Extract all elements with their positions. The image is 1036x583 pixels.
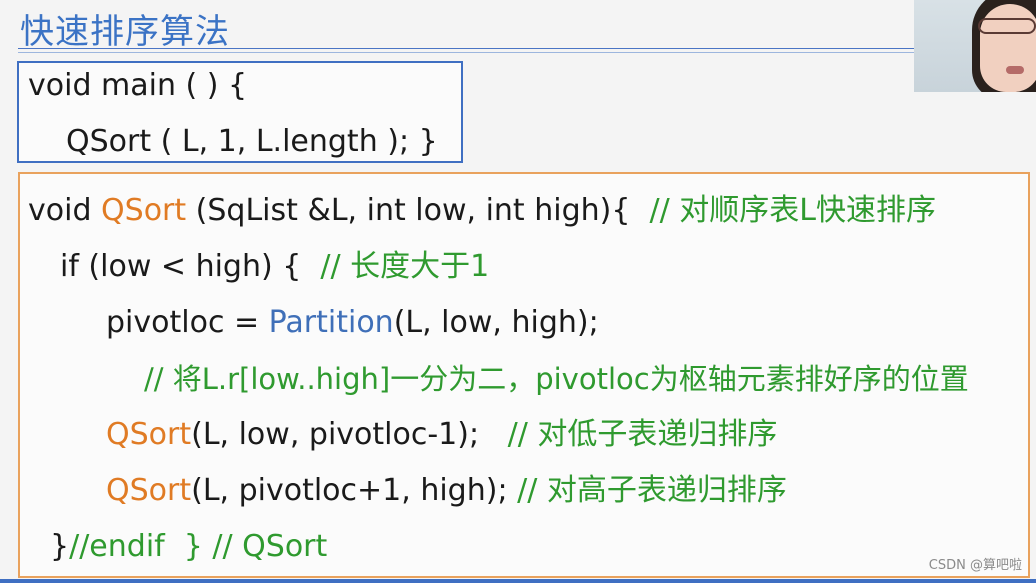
- qsort-line-5: QSort(L, low, pivotloc-1); // 对低子表递归排序: [106, 417, 777, 453]
- csdn-watermark: CSDN @算吧啦: [928, 558, 1022, 573]
- code-comment: // 长度大于1: [320, 249, 490, 284]
- main-line-1: void main ( ) {: [28, 68, 248, 103]
- function-name-qsort: QSort: [106, 473, 192, 508]
- code-text: (L, pivotloc+1, high);: [191, 473, 518, 508]
- code-comment: // 对顺序表L快速排序: [649, 193, 936, 228]
- code-text: }: [50, 529, 70, 564]
- title-divider-secondary: [18, 52, 914, 53]
- title-divider: [18, 48, 914, 49]
- main-line-2: QSort ( L, 1, L.length ); }: [66, 124, 438, 159]
- qsort-line-7: }//endif } // QSort: [50, 529, 327, 565]
- qsort-line-1: void QSort (SqList &L, int low, int high…: [28, 193, 936, 229]
- code-comment: // 对高子表递归排序: [517, 473, 787, 508]
- function-name-qsort: QSort: [101, 193, 187, 228]
- presenter-mouth: [1006, 66, 1024, 74]
- code-text: (L, low, high);: [393, 305, 599, 340]
- presenter-glasses: [978, 18, 1036, 34]
- function-name-partition: Partition: [268, 305, 394, 340]
- code-comment: // 将L.r[low..high]一分为二，pivotloc为枢轴元素排好序的…: [144, 362, 969, 396]
- code-comment: // 对低子表递归排序: [507, 417, 778, 452]
- code-text: void: [28, 193, 102, 228]
- qsort-line-2: if (low < high) { // 长度大于1: [60, 249, 489, 285]
- function-name-qsort: QSort: [106, 417, 192, 452]
- code-text: (L, low, pivotloc-1);: [191, 417, 508, 452]
- qsort-line-6: QSort(L, pivotloc+1, high); // 对高子表递归排序: [106, 473, 787, 509]
- code-text: if (low < high) {: [60, 249, 321, 284]
- qsort-line-4: // 将L.r[low..high]一分为二，pivotloc为枢轴元素排好序的…: [144, 361, 969, 397]
- code-comment: //endif } // QSort: [69, 529, 328, 564]
- code-text: (SqList &L, int low, int high){: [186, 193, 650, 228]
- presenter-webcam: [914, 0, 1036, 92]
- bottom-accent-bar: [0, 579, 1036, 583]
- slide-title: 快速排序算法: [20, 12, 230, 52]
- code-text: pivotloc =: [106, 305, 269, 340]
- qsort-line-3: pivotloc = Partition(L, low, high);: [106, 305, 599, 341]
